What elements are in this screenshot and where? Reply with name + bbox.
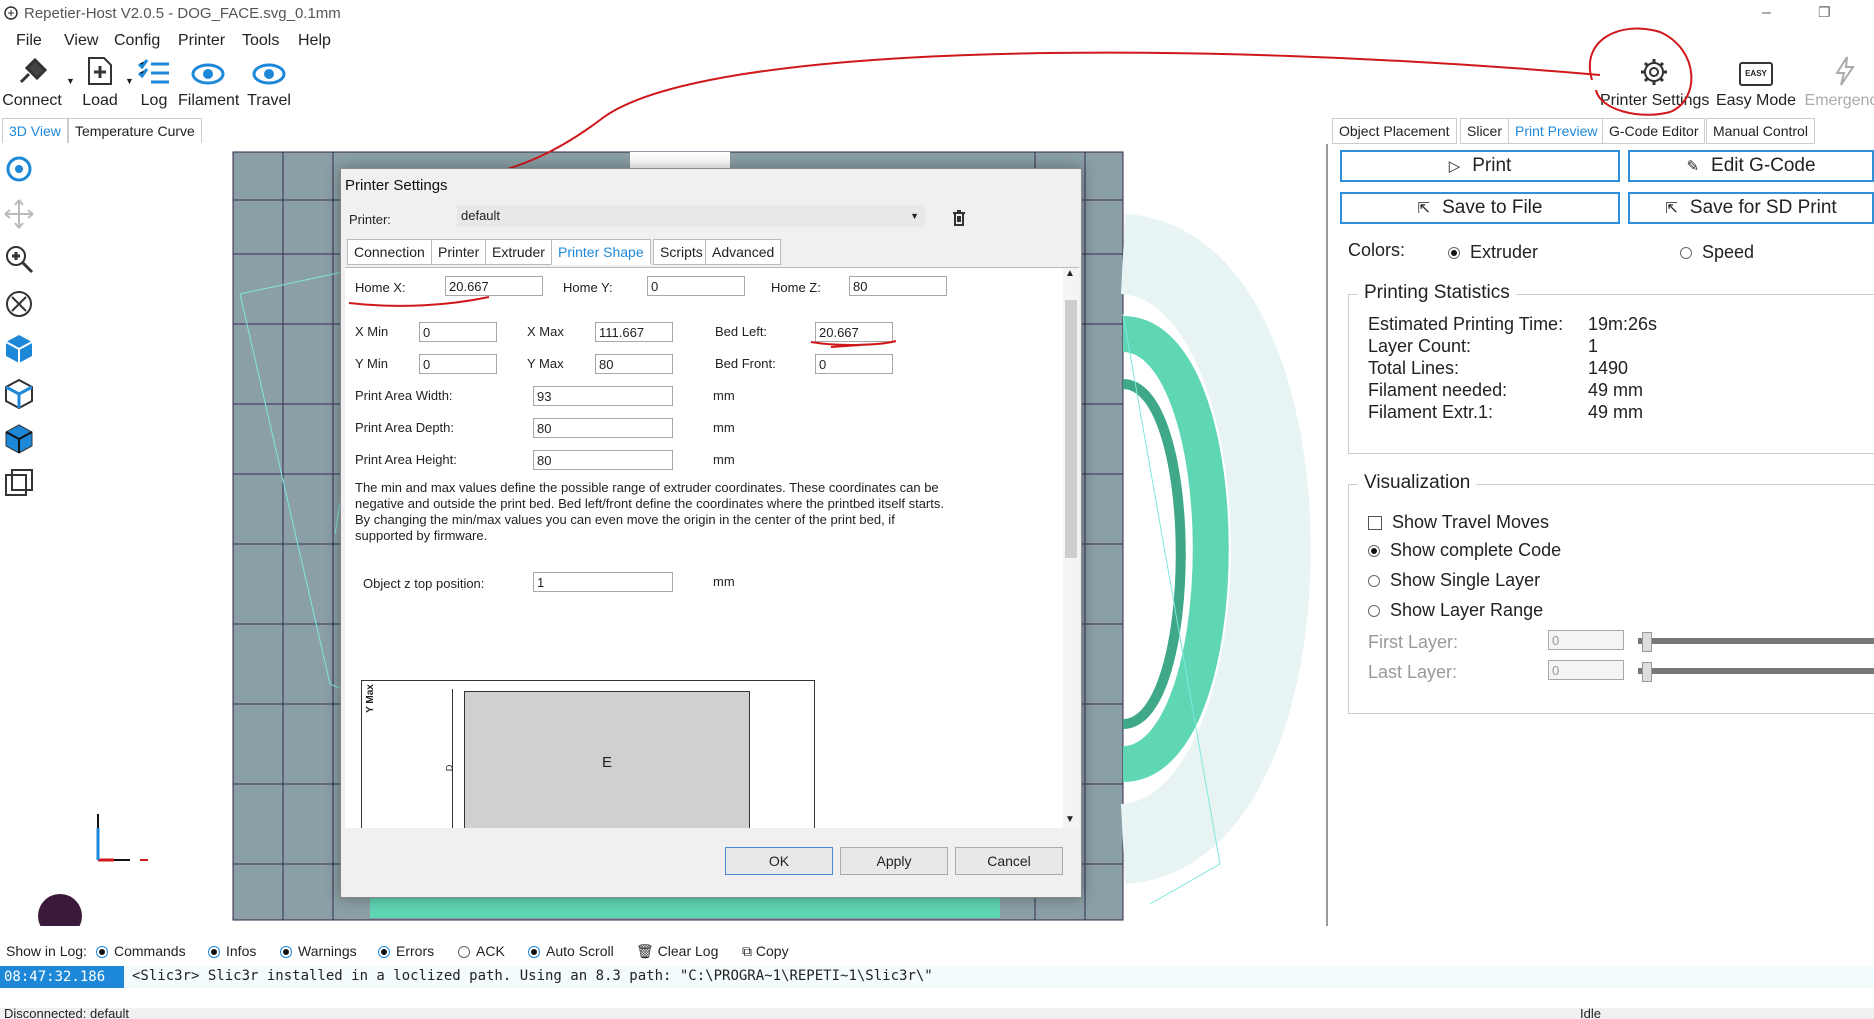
- right-panel: Object Placement Slicer Print Preview G-…: [1330, 118, 1874, 926]
- last-layer-input[interactable]: 0: [1548, 660, 1624, 680]
- width-label: Print Area Width:: [355, 388, 453, 403]
- axis-indicator: [96, 814, 148, 862]
- log-commands-toggle[interactable]: Commands: [96, 943, 186, 959]
- annotation-underlines: [348, 296, 897, 348]
- stat-lines-value: 1490: [1588, 358, 1629, 378]
- show-in-log-label: Show in Log:: [6, 943, 87, 959]
- cube-side-icon[interactable]: [2, 422, 36, 456]
- last-layer-slider[interactable]: [1638, 662, 1874, 682]
- copy-log-button[interactable]: ⧉ Copy: [742, 943, 789, 960]
- corner-marker: [38, 894, 82, 926]
- trash-icon: 🗑: [636, 943, 658, 959]
- width-unit: mm: [713, 388, 735, 403]
- height-input[interactable]: 80: [533, 450, 673, 470]
- stat-filament-label: Filament needed:: [1368, 380, 1508, 400]
- stat-filament-value: 49 mm: [1588, 380, 1644, 400]
- log-entry: 08:47:32.186 <Slic3r> Slic3r installed i…: [0, 966, 1874, 988]
- colors-label: Colors:: [1348, 240, 1406, 260]
- edit-icon: ✎: [1686, 158, 1700, 175]
- edit-gcode-button[interactable]: ✎ Edit G-Code: [1628, 150, 1874, 182]
- color-speed-radio[interactable]: Speed: [1680, 242, 1754, 263]
- stat-extr-label: Filament Extr.1:: [1368, 402, 1494, 422]
- save-sd-button[interactable]: ⇱ Save for SD Print: [1628, 192, 1874, 224]
- clear-log-button[interactable]: 🗑 Clear Log: [636, 943, 718, 960]
- printer-settings-dialog: Printer Settings Printer: default ▼ Conn…: [340, 168, 1082, 898]
- cancel-button[interactable]: Cancel: [955, 847, 1063, 875]
- ok-button[interactable]: OK: [725, 847, 833, 875]
- stat-layers-label: Layer Count:: [1368, 336, 1472, 356]
- export-icon: ⇱: [1665, 200, 1678, 217]
- connection-status: Disconnected: default: [4, 1008, 130, 1019]
- log-errors-toggle[interactable]: Errors: [378, 943, 434, 959]
- show-travel-checkbox[interactable]: Show Travel Moves: [1368, 512, 1549, 533]
- save-file-button[interactable]: ⇱ Save to File: [1340, 192, 1620, 224]
- isometric-view-icon[interactable]: [2, 467, 36, 501]
- color-extruder-radio[interactable]: Extruder: [1448, 242, 1538, 263]
- diagram-ymax-label: Y Max: [364, 684, 376, 713]
- diagram-bed-area: E: [464, 691, 750, 828]
- zpos-input[interactable]: 1: [533, 572, 673, 592]
- log-time: 08:47:32.186: [0, 966, 124, 988]
- play-icon: ▷: [1448, 158, 1461, 175]
- log-warnings-toggle[interactable]: Warnings: [280, 943, 357, 959]
- cube-front-icon[interactable]: [2, 377, 36, 411]
- status-bar: Disconnected: default Idle: [0, 1008, 1874, 1019]
- log-infos-toggle[interactable]: Infos: [208, 943, 256, 959]
- diagram-axis-line: [452, 689, 453, 828]
- copy-icon: ⧉: [742, 943, 756, 959]
- printer-status: Idle: [1580, 1008, 1601, 1019]
- log-message: <Slic3r> Slic3r installed in a loclized …: [132, 968, 933, 984]
- stat-time-label: Estimated Printing Time:: [1368, 314, 1564, 334]
- diagram-d-label: D: [444, 764, 455, 772]
- print-button[interactable]: ▷ Print: [1340, 150, 1620, 182]
- zpos-label: Object z top position:: [363, 576, 485, 591]
- cube-top-icon[interactable]: [2, 332, 36, 366]
- depth-label: Print Area Depth:: [355, 420, 454, 435]
- zoom-icon[interactable]: [2, 242, 36, 276]
- tab-slicer[interactable]: Slicer: [1460, 118, 1510, 144]
- log-toolbar: Show in Log: Commands Infos Warnings Err…: [0, 938, 1874, 964]
- shape-description: The min and max values define the possib…: [355, 480, 944, 543]
- fit-view-icon[interactable]: [2, 287, 36, 321]
- stat-extr-value: 49 mm: [1588, 402, 1644, 422]
- depth-unit: mm: [713, 420, 735, 435]
- tab-print-preview[interactable]: Print Preview: [1508, 118, 1605, 144]
- zpos-unit: mm: [713, 574, 735, 589]
- width-input[interactable]: 93: [533, 386, 673, 406]
- export-icon: ⇱: [1417, 200, 1431, 217]
- first-layer-label: First Layer:: [1368, 632, 1459, 652]
- scroll-down-icon[interactable]: ▼: [1065, 814, 1075, 825]
- tab-object-placement[interactable]: Object Placement: [1332, 118, 1457, 144]
- show-range-radio[interactable]: Show Layer Range: [1368, 600, 1543, 621]
- show-single-radio[interactable]: Show Single Layer: [1368, 570, 1540, 591]
- height-unit: mm: [713, 452, 735, 467]
- depth-input[interactable]: 80: [533, 418, 673, 438]
- tab-gcode-editor[interactable]: G-Code Editor: [1602, 118, 1706, 144]
- stat-lines-label: Total Lines:: [1368, 358, 1460, 378]
- height-label: Print Area Height:: [355, 452, 457, 467]
- log-ack-toggle[interactable]: ACK: [458, 943, 505, 959]
- stat-time-value: 19m:26s: [1588, 314, 1658, 334]
- first-layer-slider[interactable]: [1638, 632, 1874, 652]
- apply-button[interactable]: Apply: [840, 847, 948, 875]
- bed-diagram: Y Max D E: [361, 680, 815, 828]
- printing-statistics-title: Printing Statistics: [1358, 282, 1516, 304]
- first-layer-input[interactable]: 0: [1548, 630, 1624, 650]
- log-autoscroll-toggle[interactable]: Auto Scroll: [528, 943, 614, 959]
- last-layer-label: Last Layer:: [1368, 662, 1458, 682]
- visualization-title: Visualization: [1358, 472, 1477, 494]
- tab-manual-control[interactable]: Manual Control: [1706, 118, 1815, 144]
- show-complete-radio[interactable]: Show complete Code: [1368, 540, 1561, 561]
- stat-layers-value: 1: [1588, 336, 1599, 356]
